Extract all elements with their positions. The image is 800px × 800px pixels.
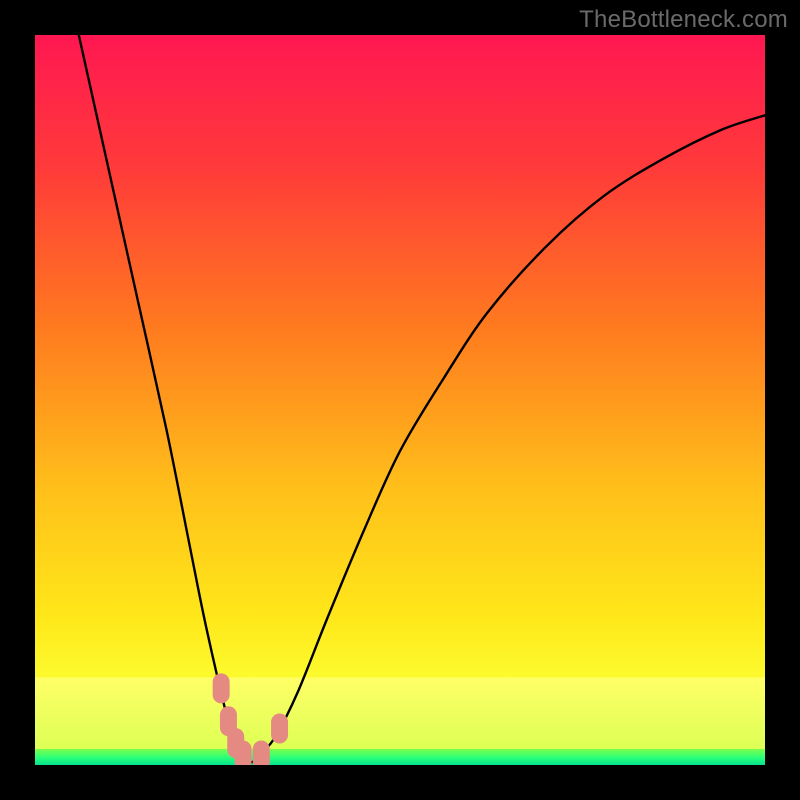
marker-pill <box>253 741 270 765</box>
outer-frame: TheBottleneck.com <box>0 0 800 800</box>
chart-area <box>35 35 765 765</box>
green-band <box>35 749 765 765</box>
gradient-background <box>35 35 765 765</box>
marker-pill <box>271 714 288 744</box>
watermark-text: TheBottleneck.com <box>579 6 788 34</box>
yellow-band <box>35 677 765 749</box>
marker-pill <box>213 673 230 703</box>
chart-svg <box>35 35 765 765</box>
marker-pill <box>235 741 252 765</box>
